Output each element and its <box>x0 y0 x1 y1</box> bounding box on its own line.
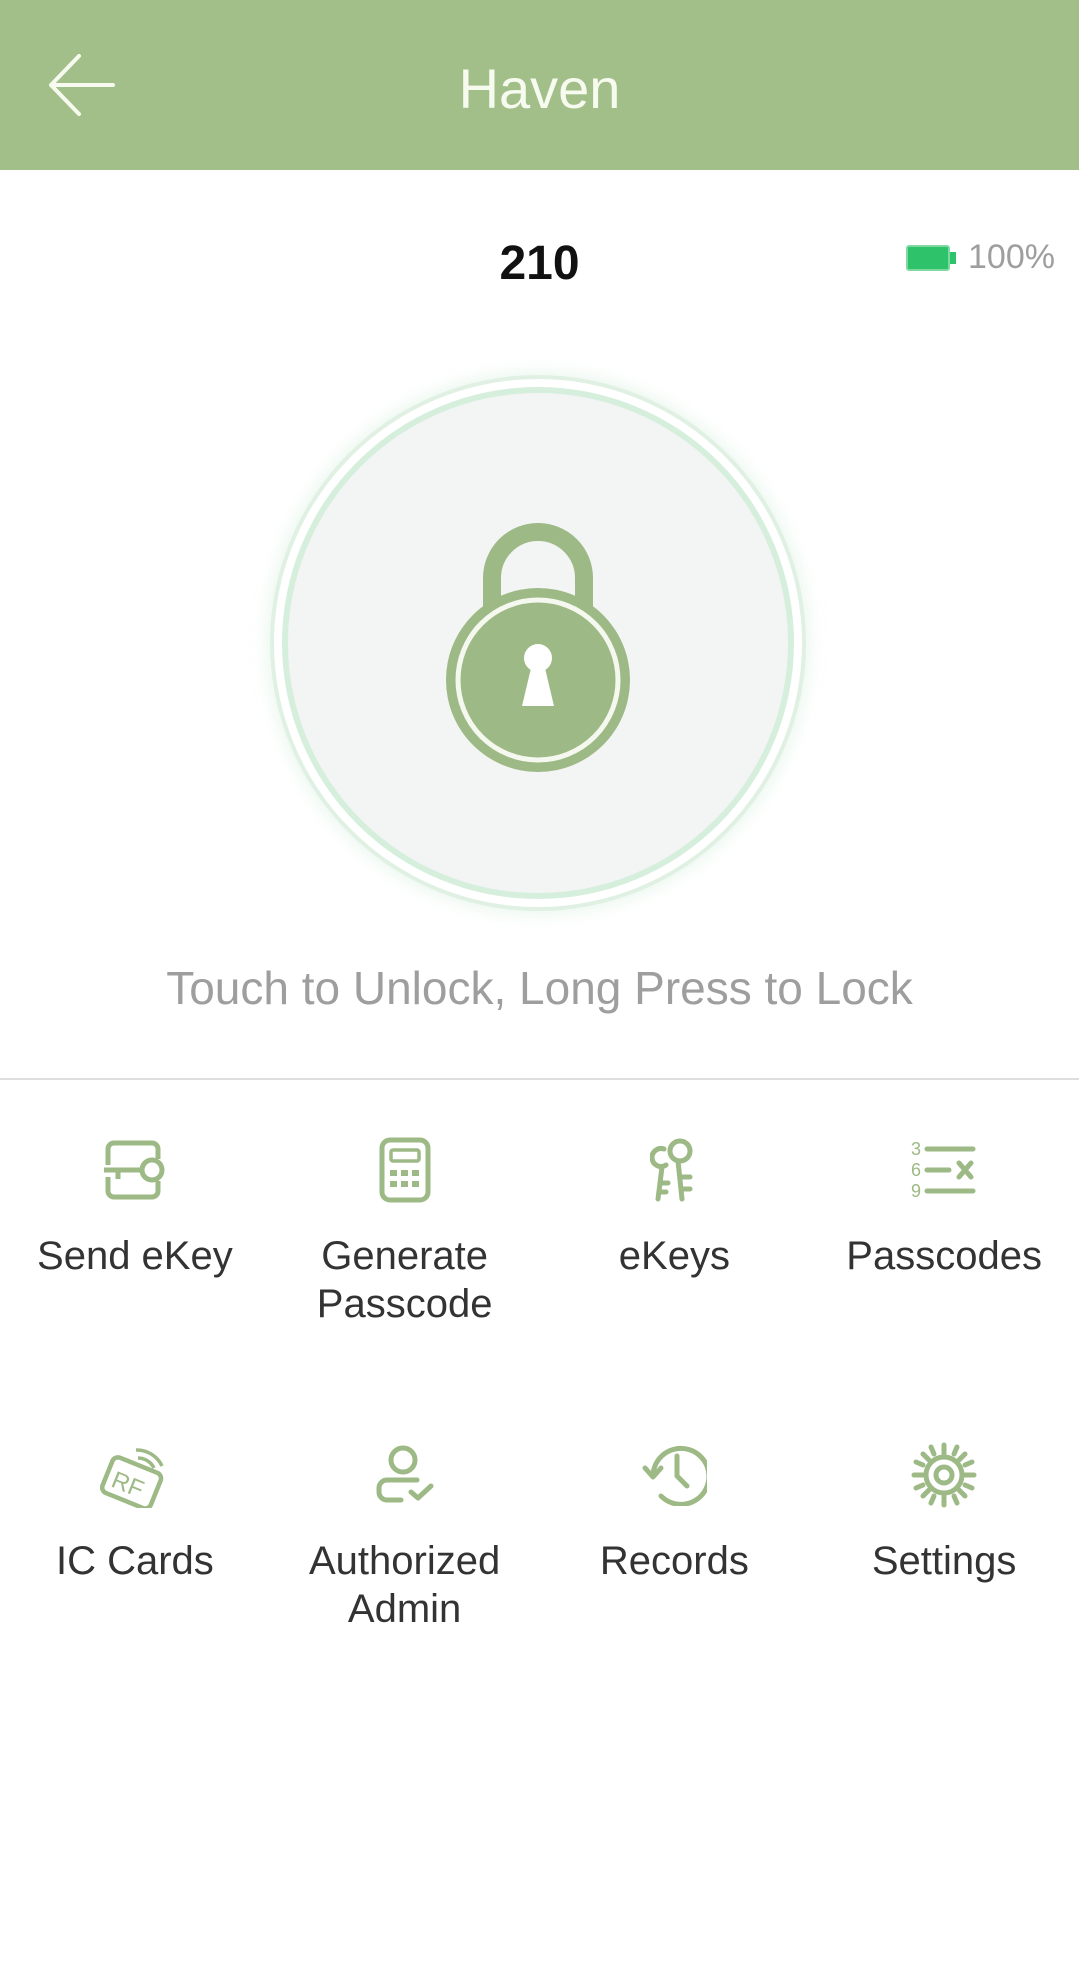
history-icon <box>642 1445 708 1506</box>
battery-percent: 100% <box>968 238 1055 276</box>
menu-label: Send eKey <box>37 1234 233 1278</box>
menu-label: Generate Passcode <box>316 1234 493 1326</box>
battery-indicator: 100% <box>906 238 1055 277</box>
menu-label: Passcodes <box>846 1234 1042 1278</box>
menu-label: Records <box>599 1539 749 1583</box>
menu-ekeys[interactable]: eKeys <box>540 1130 810 1435</box>
menu-settings[interactable]: Settings <box>809 1435 1079 1740</box>
menu-records[interactable]: Records <box>540 1435 810 1740</box>
battery-icon <box>906 244 956 271</box>
menu-send-ekey[interactable]: Send eKey <box>0 1130 270 1435</box>
rf-card-icon: RF <box>99 1448 164 1508</box>
menu-label: IC Cards <box>55 1539 214 1583</box>
feature-grid: Send eKey Generate Passcode eKeys 3 6 9 … <box>0 1130 1079 1740</box>
menu-label: eKeys <box>618 1234 730 1278</box>
keys-icon <box>650 1138 693 1202</box>
menu-ic-cards[interactable]: RF IC Cards <box>0 1435 270 1740</box>
calculator-icon <box>379 1137 431 1203</box>
menu-label: Settings <box>871 1539 1017 1583</box>
svg-text:3: 3 <box>911 1139 921 1159</box>
menu-generate-passcode[interactable]: Generate Passcode <box>270 1130 540 1435</box>
app-header: Haven <box>0 0 1079 170</box>
svg-text:6: 6 <box>911 1160 921 1180</box>
gear-icon <box>911 1442 977 1508</box>
user-check-icon <box>376 1445 434 1503</box>
menu-passcodes[interactable]: 369 Passcodes <box>809 1130 1079 1435</box>
send-ekey-icon <box>103 1140 165 1200</box>
svg-text:9: 9 <box>911 1181 921 1201</box>
page-title: Haven <box>458 57 621 120</box>
divider <box>0 1078 1079 1080</box>
passcode-list-icon: 369 <box>911 1139 976 1201</box>
menu-authorized-admin[interactable]: Authorized Admin <box>270 1435 540 1740</box>
padlock-icon <box>446 523 630 772</box>
menu-label: Authorized Admin <box>309 1539 501 1631</box>
unlock-hint: Touch to Unlock, Long Press to Lock <box>166 962 913 1014</box>
unlock-button[interactable] <box>288 393 788 893</box>
